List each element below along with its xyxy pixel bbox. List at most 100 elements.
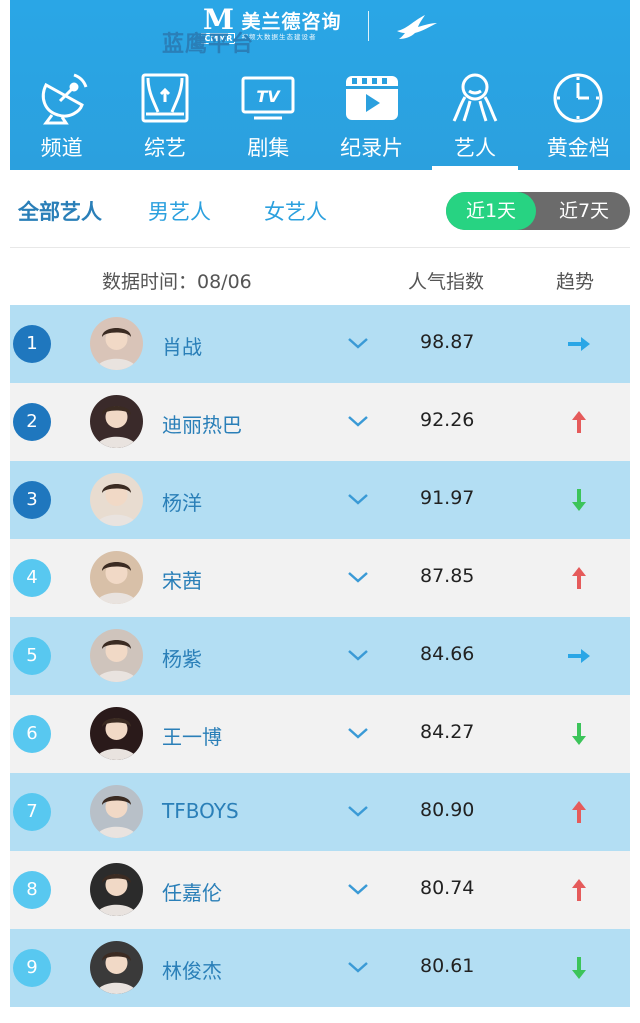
arrow-up-icon xyxy=(565,795,593,829)
nav-item-prime-time[interactable]: 黄金档 xyxy=(531,62,625,170)
nav-item-documentary[interactable]: 纪录片 xyxy=(325,62,419,170)
tv-icon-text: TV xyxy=(257,87,282,106)
rank-badge: 5 xyxy=(13,637,51,675)
popularity-header: 人气指数 xyxy=(408,271,485,293)
brand-right-title: 蓝鹰平台 xyxy=(162,32,255,57)
table-row[interactable]: 1 肖战 98.87 xyxy=(10,305,630,383)
trend-header: 趋势 xyxy=(556,271,595,293)
artist-name[interactable]: 王一博 xyxy=(162,721,222,750)
page: M CMMR 美兰德咨询 视频大数据生态建设者 蓝鹰平台 频道 综艺 TV 剧集… xyxy=(10,0,630,1023)
rank-badge: 2 xyxy=(13,403,51,441)
avatar[interactable] xyxy=(90,941,143,994)
avatar[interactable] xyxy=(90,629,143,682)
arrow-up-icon xyxy=(565,873,593,907)
chevron-down-icon[interactable] xyxy=(346,411,370,431)
clock-icon xyxy=(549,70,607,126)
chevron-down-icon[interactable] xyxy=(346,879,370,899)
artist-name[interactable]: TFBOYS xyxy=(162,799,239,823)
table-row[interactable]: 5 杨紫 84.66 xyxy=(10,617,630,695)
range-toggle: 近1天 近7天 xyxy=(446,192,630,230)
table-row[interactable]: 8 任嘉伦 80.74 xyxy=(10,851,630,929)
popularity-score: 80.74 xyxy=(420,877,475,899)
range-1-day-button[interactable]: 近1天 xyxy=(446,192,536,230)
table-row[interactable]: 6 王一博 84.27 xyxy=(10,695,630,773)
arrow-right-icon xyxy=(565,639,593,673)
avatar[interactable] xyxy=(90,707,143,760)
nav-item-series[interactable]: TV 剧集 xyxy=(221,62,315,170)
popularity-score: 98.87 xyxy=(420,331,475,353)
rank-badge: 4 xyxy=(13,559,51,597)
rank-badge: 8 xyxy=(13,871,51,909)
satellite-dish-icon xyxy=(33,70,91,126)
arrow-down-icon xyxy=(565,951,593,985)
popularity-score: 87.85 xyxy=(420,565,475,587)
person-icon xyxy=(446,70,504,126)
nav-item-variety[interactable]: 综艺 xyxy=(118,62,212,170)
popularity-score: 91.97 xyxy=(420,487,475,509)
table-row[interactable]: 2 迪丽热巴 92.26 xyxy=(10,383,630,461)
nav-item-artist[interactable]: 艺人 xyxy=(428,62,522,170)
rank-badge: 1 xyxy=(13,325,51,363)
popularity-score: 80.90 xyxy=(420,799,475,821)
chevron-down-icon[interactable] xyxy=(346,957,370,977)
artist-name[interactable]: 杨洋 xyxy=(162,487,202,516)
data-date-label: 数据时间：08/06 xyxy=(102,271,252,293)
table-row[interactable]: 9 林俊杰 80.61 xyxy=(10,929,630,1007)
avatar[interactable] xyxy=(90,551,143,604)
chevron-down-icon[interactable] xyxy=(346,489,370,509)
tab-male-artists[interactable]: 男艺人 xyxy=(148,196,211,226)
brand-left-title: 美兰德咨询 xyxy=(241,10,342,33)
arrow-up-icon xyxy=(565,561,593,595)
artist-name[interactable]: 杨紫 xyxy=(162,643,202,672)
artist-ranking-list: 1 肖战 98.87 2 迪丽热巴 92.26 3 杨洋 91.97 4 宋茜 87.85 5 杨紫 84.… xyxy=(10,305,630,1007)
artist-name[interactable]: 迪丽热巴 xyxy=(162,409,242,438)
blue-eagle-logo[interactable]: 蓝鹰平台 xyxy=(162,11,439,57)
filter-bar: 全部艺人 男艺人 女艺人 近1天 近7天 xyxy=(10,170,630,248)
table-row[interactable]: 3 杨洋 91.97 xyxy=(10,461,630,539)
avatar[interactable] xyxy=(90,395,143,448)
avatar[interactable] xyxy=(90,473,143,526)
arrow-down-icon xyxy=(565,483,593,517)
nav-item-channel[interactable]: 频道 xyxy=(15,62,109,170)
chevron-down-icon[interactable] xyxy=(346,645,370,665)
popularity-score: 80.61 xyxy=(420,955,475,977)
brand-left-subtitle: 视频大数据生态建设者 xyxy=(241,32,317,41)
rank-badge: 9 xyxy=(13,949,51,987)
avatar[interactable] xyxy=(90,317,143,370)
avatar[interactable] xyxy=(90,863,143,916)
rank-badge: 3 xyxy=(13,481,51,519)
popularity-score: 84.27 xyxy=(420,721,475,743)
nav-label: 剧集 xyxy=(247,136,290,160)
nav-label: 黄金档 xyxy=(546,136,610,160)
arrow-up-icon xyxy=(565,405,593,439)
tab-all-artists[interactable]: 全部艺人 xyxy=(18,196,102,226)
rank-badge: 6 xyxy=(13,715,51,753)
stage-curtain-icon xyxy=(136,70,194,126)
tab-female-artists[interactable]: 女艺人 xyxy=(264,196,327,226)
arrow-down-icon xyxy=(565,717,593,751)
artist-name[interactable]: 肖战 xyxy=(162,331,202,360)
header: M CMMR 美兰德咨询 视频大数据生态建设者 蓝鹰平台 频道 综艺 TV 剧集… xyxy=(10,0,630,170)
brand-bar: M CMMR 美兰德咨询 视频大数据生态建设者 蓝鹰平台 xyxy=(10,0,630,57)
range-7-day-button[interactable]: 近7天 xyxy=(538,192,630,230)
artist-name[interactable]: 林俊杰 xyxy=(162,955,222,984)
brand-divider xyxy=(367,11,369,41)
chevron-down-icon[interactable] xyxy=(346,801,370,821)
nav-label: 纪录片 xyxy=(340,136,404,160)
tv-icon: TV xyxy=(239,70,297,126)
rank-badge: 7 xyxy=(13,793,51,831)
table-row[interactable]: 7 TFBOYS 80.90 xyxy=(10,773,630,851)
chevron-down-icon[interactable] xyxy=(346,723,370,743)
popularity-score: 92.26 xyxy=(420,409,475,431)
nav-label: 频道 xyxy=(40,136,83,160)
table-row[interactable]: 4 宋茜 87.85 xyxy=(10,539,630,617)
artist-name[interactable]: 任嘉伦 xyxy=(162,877,222,906)
avatar[interactable] xyxy=(90,785,143,838)
popularity-score: 84.66 xyxy=(420,643,475,665)
chevron-down-icon[interactable] xyxy=(346,333,370,353)
arrow-right-icon xyxy=(565,327,593,361)
chevron-down-icon[interactable] xyxy=(346,567,370,587)
nav-label: 综艺 xyxy=(143,136,186,160)
artist-name[interactable]: 宋茜 xyxy=(162,565,202,594)
eagle-icon xyxy=(396,15,437,39)
